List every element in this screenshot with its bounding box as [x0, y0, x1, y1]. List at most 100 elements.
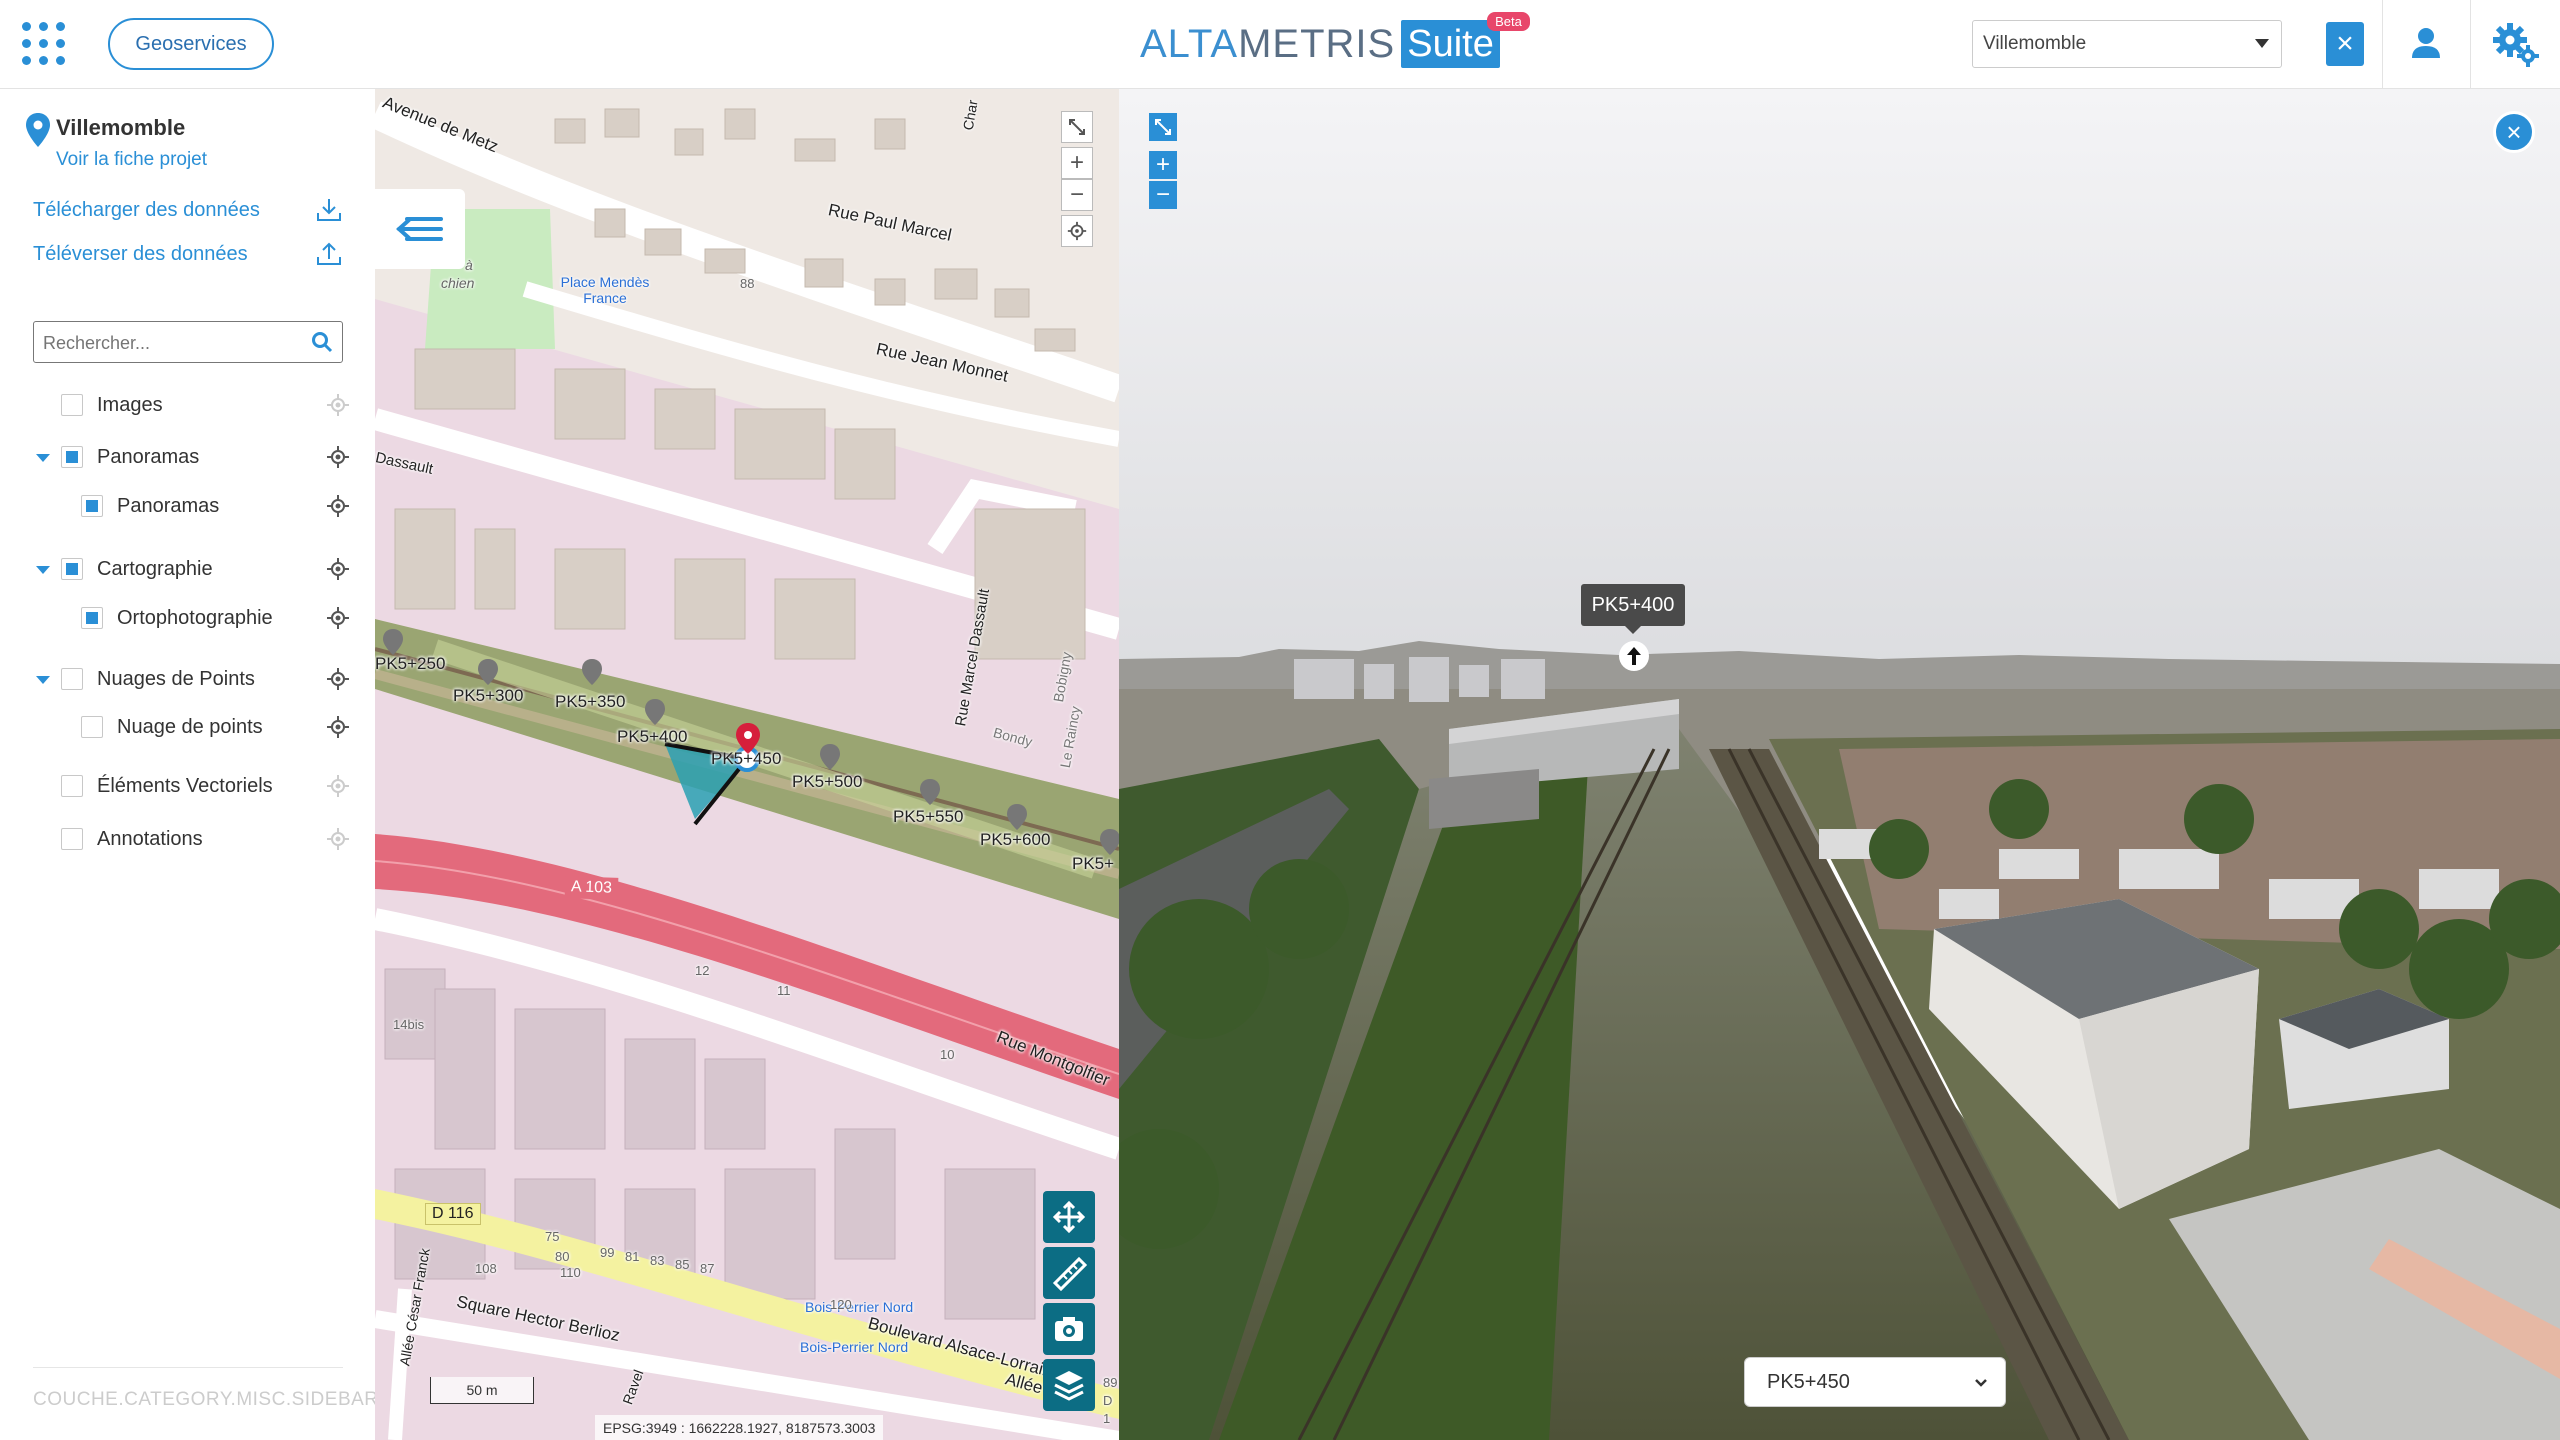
project-sheet-link[interactable]: Voir la fiche projet [56, 149, 207, 171]
layer-images[interactable]: Images [61, 389, 163, 421]
layer-nuage-label: Nuage de points [117, 715, 263, 738]
layer-vectoriels-checkbox[interactable] [61, 775, 83, 797]
house-number: 14bis [393, 1017, 425, 1032]
menu-collapse-icon [396, 217, 443, 241]
locate-icon [327, 775, 349, 797]
search-icon[interactable] [310, 330, 334, 354]
arrow-up-icon [1627, 647, 1641, 665]
pk-label[interactable]: PK5+550 [893, 807, 963, 827]
download-data-link[interactable]: Télécharger des données [33, 199, 260, 222]
layer-elements-vectoriels[interactable]: Éléments Vectoriels [61, 770, 273, 802]
layers-tool-button[interactable] [1043, 1359, 1095, 1411]
pk-marker-pin [478, 659, 498, 685]
pk-marker-pin [1007, 804, 1027, 830]
layer-panoramas-group-checkbox[interactable] [61, 446, 83, 468]
project-title: Villemomble [56, 115, 186, 140]
pan-tool-button[interactable] [1043, 1191, 1095, 1243]
fullscreen-button[interactable] [1061, 111, 1093, 143]
locate-icon[interactable] [326, 667, 350, 691]
layer-search-input[interactable] [34, 322, 315, 364]
expand-caret-icon[interactable] [36, 566, 50, 574]
layer-annotations-label: Annotations [97, 827, 203, 850]
pk-select-dropdown[interactable]: PK5+450 [1744, 1357, 2006, 1407]
download-icon[interactable] [314, 195, 344, 225]
pk-select-value: PK5+450 [1767, 1370, 1850, 1393]
layer-images-checkbox[interactable] [61, 394, 83, 416]
house-number: 99 [600, 1245, 615, 1260]
close-panorama-button[interactable]: × [2493, 111, 2535, 153]
panorama-zoom-out-button[interactable]: − [1149, 181, 1177, 209]
map-pin-icon [26, 113, 50, 147]
pk-label[interactable]: PK5+300 [453, 686, 523, 706]
pk-label[interactable]: PK5+500 [792, 772, 862, 792]
locate-icon[interactable] [326, 494, 350, 518]
sidebar-footer-text: COUCHE.CATEGORY.MISC.SIDEBAR [33, 1389, 379, 1410]
layer-panoramas-checkbox[interactable] [81, 495, 103, 517]
upload-icon[interactable] [314, 239, 344, 269]
navigation-hotspot[interactable] [1619, 641, 1649, 671]
locate-icon[interactable] [326, 715, 350, 739]
user-icon[interactable] [2404, 22, 2448, 66]
house-number: 87 [700, 1261, 715, 1276]
pk-label-active[interactable]: PK5+450 [711, 749, 781, 769]
layer-cartographie-label: Cartographie [97, 557, 213, 580]
collapse-sidebar-button[interactable] [375, 189, 465, 269]
pk-label[interactable]: PK5+250 [375, 654, 445, 674]
panorama-zoom-in-button[interactable]: + [1149, 151, 1177, 179]
apps-grid-icon[interactable] [22, 22, 66, 66]
pk-label[interactable]: PK5+ [1072, 854, 1114, 874]
layer-nuage-checkbox[interactable] [81, 716, 103, 738]
chevron-down-icon [2255, 39, 2269, 48]
layer-annotations[interactable]: Annotations [61, 823, 203, 855]
sidebar-footer-divider [33, 1367, 343, 1368]
geolocate-button[interactable] [1061, 215, 1093, 247]
house-number: 10 [940, 1047, 955, 1062]
panorama-fullscreen-button[interactable] [1149, 113, 1177, 141]
geoservices-button[interactable]: Geoservices [108, 18, 274, 70]
house-number: 81 [625, 1249, 640, 1264]
layer-cartographie-checkbox[interactable] [61, 558, 83, 580]
map-coordinates: EPSG:3949 : 1662228.1927, 8187573.3003 [595, 1415, 884, 1440]
place-label: Bois-Perrier Nord [800, 1339, 909, 1355]
screenshot-tool-button[interactable] [1043, 1303, 1095, 1355]
brand-alta: ALTA [1140, 21, 1239, 66]
gear-icon[interactable] [2490, 18, 2542, 70]
layer-vectoriels-label: Éléments Vectoriels [97, 774, 273, 797]
layer-panoramas[interactable]: Panoramas [81, 490, 219, 522]
map-zoom-in-button[interactable]: + [1061, 147, 1093, 179]
locate-icon[interactable] [326, 445, 350, 469]
expand-caret-icon[interactable] [36, 454, 50, 462]
brand-logo: ALTA METRIS Suite Beta [1140, 12, 1530, 74]
upload-data-link[interactable]: Téléverser des données [33, 243, 248, 266]
layer-panoramas-group[interactable]: Panoramas [61, 441, 199, 473]
layer-nuages-group[interactable]: Nuages de Points [61, 663, 255, 695]
pk-marker-pin [383, 629, 403, 655]
expand-caret-icon[interactable] [36, 676, 50, 684]
layer-cartographie-group[interactable]: Cartographie [61, 553, 213, 585]
measure-tool-button[interactable] [1043, 1247, 1095, 1299]
locate-icon[interactable] [326, 557, 350, 581]
layer-nuages-group-checkbox[interactable] [61, 668, 83, 690]
map-zoom-out-button[interactable]: − [1061, 179, 1093, 211]
layers-icon [1054, 1371, 1084, 1401]
house-number: 108 [475, 1261, 497, 1276]
hotspot-tooltip: PK5+400 [1581, 584, 1685, 634]
layer-ortophotographie-checkbox[interactable] [81, 607, 103, 629]
layer-images-label: Images [97, 393, 163, 416]
pk-label[interactable]: PK5+400 [617, 727, 687, 747]
house-number: 80 [555, 1249, 570, 1264]
house-number: 83 [650, 1253, 665, 1268]
camera-icon [1055, 1317, 1083, 1341]
pk-label[interactable]: PK5+350 [555, 692, 625, 712]
layer-nuage-de-points[interactable]: Nuage de points [81, 711, 263, 743]
project-select[interactable]: Villemomble [1972, 20, 2282, 68]
map-panel[interactable]: Avenue de Metz Rue Paul Marcel Rue Jean … [375, 89, 1119, 1440]
project-clear-button[interactable]: × [2326, 22, 2364, 66]
layer-ortophotographie[interactable]: Ortophotographie [81, 602, 273, 634]
locate-icon[interactable] [326, 606, 350, 630]
panorama-viewer[interactable]: × + − PK5+400 PK5+450 [1119, 89, 2560, 1440]
layer-annotations-checkbox[interactable] [61, 828, 83, 850]
pk-label[interactable]: PK5+600 [980, 830, 1050, 850]
beta-badge: Beta [1487, 12, 1530, 31]
move-icon [1052, 1200, 1086, 1234]
